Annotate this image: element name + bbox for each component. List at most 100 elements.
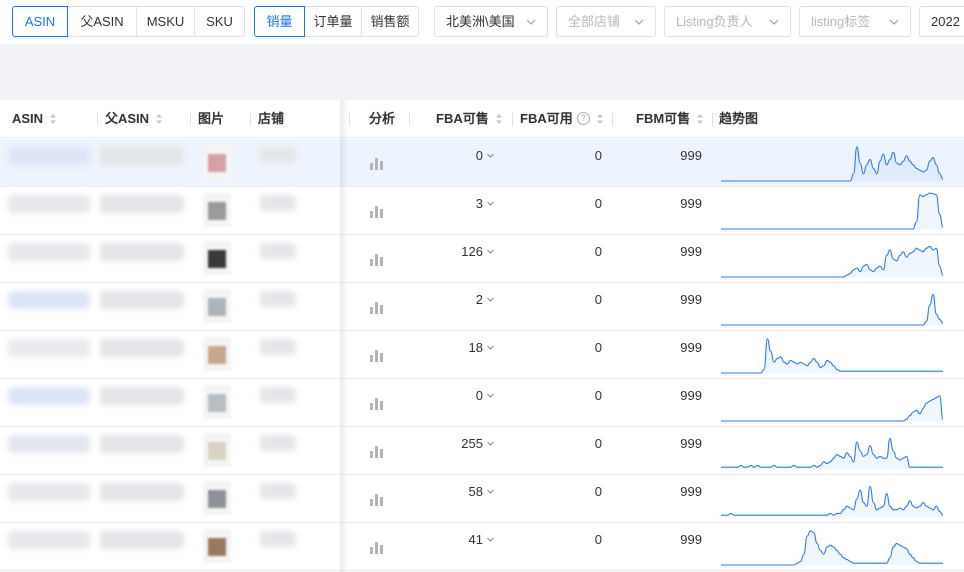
bar-chart-icon[interactable] [369, 492, 385, 506]
asin-cell[interactable] [8, 531, 90, 549]
bar-chart-icon[interactable] [369, 444, 385, 458]
sort-icon[interactable] [596, 113, 604, 125]
asin-cell[interactable] [8, 483, 90, 501]
table-row[interactable]: 126 0 999 [0, 235, 964, 283]
region-select[interactable]: 北美洲\美国 [434, 6, 548, 37]
bar-chart-icon[interactable] [369, 300, 385, 314]
table-row[interactable]: 41 0 999 [0, 523, 964, 571]
parent-asin-cell[interactable] [100, 195, 184, 213]
asin-cell[interactable] [8, 387, 90, 405]
listing-tag-select[interactable]: listing标签 [799, 6, 911, 37]
fba-sellable-cell[interactable]: 18 [469, 340, 495, 355]
sort-icon[interactable] [49, 113, 57, 125]
col-fbm-sellable[interactable]: FBM可售 [636, 100, 704, 138]
bar-chart-icon[interactable] [369, 396, 385, 410]
chevron-down-icon [526, 19, 536, 25]
date-range-picker[interactable]: 2022 [919, 6, 964, 37]
sort-icon[interactable] [495, 113, 503, 125]
column-divider [250, 113, 251, 126]
bar-chart-icon[interactable] [369, 204, 385, 218]
trend-sparkline[interactable] [719, 475, 945, 523]
table-row[interactable]: 3 0 999 [0, 187, 964, 235]
fba-sellable-cell[interactable]: 3 [476, 196, 495, 211]
chevron-down-icon[interactable] [486, 247, 495, 256]
trend-sparkline[interactable] [719, 235, 945, 283]
parent-asin-cell[interactable] [100, 147, 184, 165]
bar-chart-icon[interactable] [369, 252, 385, 266]
col-fba-sellable[interactable]: FBA可售 [436, 100, 503, 138]
chevron-down-icon[interactable] [486, 343, 495, 352]
parent-asin-cell[interactable] [100, 435, 184, 453]
sort-icon[interactable] [696, 113, 704, 125]
col-asin[interactable]: ASIN [12, 100, 57, 138]
parent-asin-cell[interactable] [100, 291, 184, 309]
chevron-down-icon[interactable] [486, 439, 495, 448]
chevron-down-icon[interactable] [486, 199, 495, 208]
trend-sparkline[interactable] [719, 523, 945, 571]
col-shop-label: 店铺 [258, 111, 285, 126]
parent-asin-cell[interactable] [100, 339, 184, 357]
help-icon[interactable]: ? [576, 112, 590, 126]
fba-sellable-cell[interactable]: 58 [469, 484, 495, 499]
trend-sparkline[interactable] [719, 379, 945, 427]
tab-order-count[interactable]: 订单量 [304, 6, 362, 37]
col-image: 图片 [198, 100, 224, 138]
tab-asin[interactable]: ASIN [12, 6, 68, 37]
product-image[interactable] [203, 241, 231, 275]
fba-sellable-value: 18 [468, 340, 483, 355]
asin-cell[interactable] [8, 291, 90, 309]
bar-chart-icon[interactable] [369, 540, 385, 554]
parent-asin-cell[interactable] [100, 531, 184, 549]
bar-chart-icon[interactable] [369, 156, 385, 170]
asin-cell[interactable] [8, 147, 90, 165]
table-row[interactable]: 58 0 999 [0, 475, 964, 523]
chevron-down-icon[interactable] [486, 391, 495, 400]
product-image[interactable] [203, 385, 231, 419]
tab-msku[interactable]: MSKU [136, 6, 195, 37]
table-row[interactable]: 255 0 999 [0, 427, 964, 475]
parent-asin-cell[interactable] [100, 243, 184, 261]
col-parent-asin[interactable]: 父ASIN [105, 100, 163, 138]
trend-sparkline[interactable] [719, 139, 945, 187]
product-image[interactable] [203, 481, 231, 515]
table-row[interactable]: 2 0 999 [0, 283, 964, 331]
chevron-down-icon[interactable] [486, 535, 495, 544]
fba-sellable-cell[interactable]: 0 [476, 388, 495, 403]
fba-sellable-cell[interactable]: 0 [476, 148, 495, 163]
product-image[interactable] [203, 529, 231, 563]
fba-sellable-cell[interactable]: 255 [461, 436, 495, 451]
parent-asin-cell[interactable] [100, 483, 184, 501]
col-fba-available[interactable]: FBA可用? [520, 100, 604, 138]
asin-cell[interactable] [8, 339, 90, 357]
tab-parent-asin[interactable]: 父ASIN [67, 6, 137, 37]
trend-sparkline[interactable] [719, 331, 945, 379]
tab-sales-amount[interactable]: 销售额 [361, 6, 419, 37]
trend-sparkline[interactable] [719, 283, 945, 331]
table-row[interactable]: 18 0 999 [0, 331, 964, 379]
fba-sellable-cell[interactable]: 41 [469, 532, 495, 547]
table-row[interactable]: 0 0 999 [0, 139, 964, 187]
asin-cell[interactable] [8, 435, 90, 453]
product-image[interactable] [203, 193, 231, 227]
product-image[interactable] [203, 289, 231, 323]
product-image[interactable] [203, 433, 231, 467]
parent-asin-cell[interactable] [100, 387, 184, 405]
listing-owner-select[interactable]: Listing负责人 [664, 6, 791, 37]
trend-sparkline[interactable] [719, 187, 945, 235]
tab-sales-qty[interactable]: 销量 [254, 6, 305, 37]
tab-sku[interactable]: SKU [194, 6, 245, 37]
bar-chart-icon[interactable] [369, 348, 385, 362]
sort-icon[interactable] [155, 113, 163, 125]
chevron-down-icon[interactable] [486, 151, 495, 160]
shop-select[interactable]: 全部店铺 [556, 6, 656, 37]
product-image[interactable] [203, 337, 231, 371]
fba-sellable-cell[interactable]: 2 [476, 292, 495, 307]
product-image[interactable] [203, 145, 231, 179]
chevron-down-icon[interactable] [486, 295, 495, 304]
asin-cell[interactable] [8, 243, 90, 261]
fba-sellable-cell[interactable]: 126 [461, 244, 495, 259]
chevron-down-icon[interactable] [486, 487, 495, 496]
table-row[interactable]: 0 0 999 [0, 379, 964, 427]
asin-cell[interactable] [8, 195, 90, 213]
trend-sparkline[interactable] [719, 427, 945, 475]
